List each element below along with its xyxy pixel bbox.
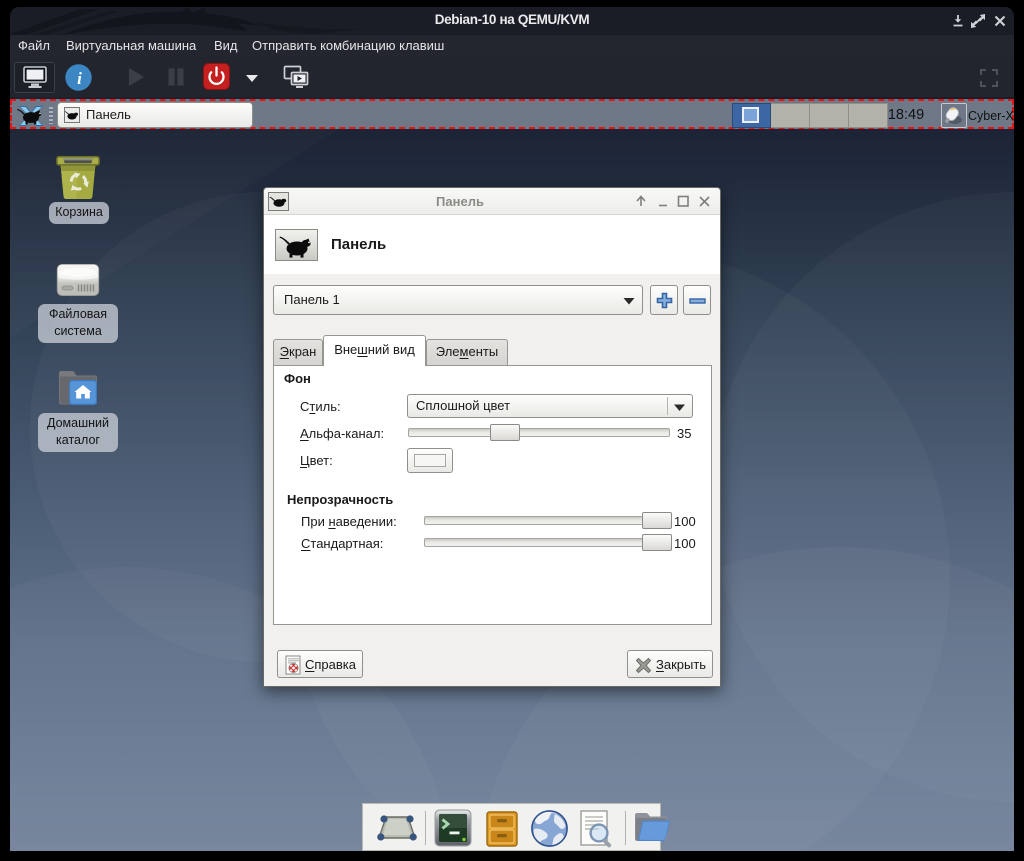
- svg-text:i: i: [77, 69, 82, 88]
